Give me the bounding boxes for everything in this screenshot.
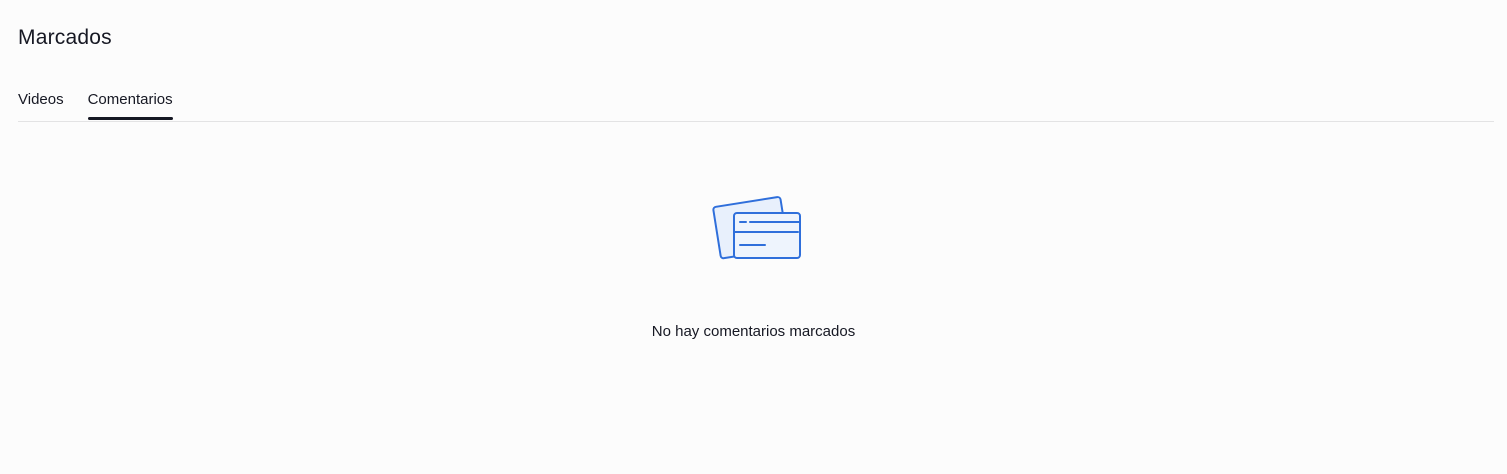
tab-videos[interactable]: Videos: [18, 88, 64, 121]
tab-bar: Videos Comentarios: [18, 88, 1494, 122]
tab-comentarios[interactable]: Comentarios: [87, 88, 173, 121]
bookmarks-page: Marcados Videos Comentarios No hay comen…: [0, 0, 1507, 474]
page-title: Marcados: [18, 26, 112, 49]
empty-state: No hay comentarios marcados: [0, 194, 1507, 340]
empty-state-message: No hay comentarios marcados: [651, 323, 856, 340]
bookmarked-cards-icon: [711, 196, 801, 260]
